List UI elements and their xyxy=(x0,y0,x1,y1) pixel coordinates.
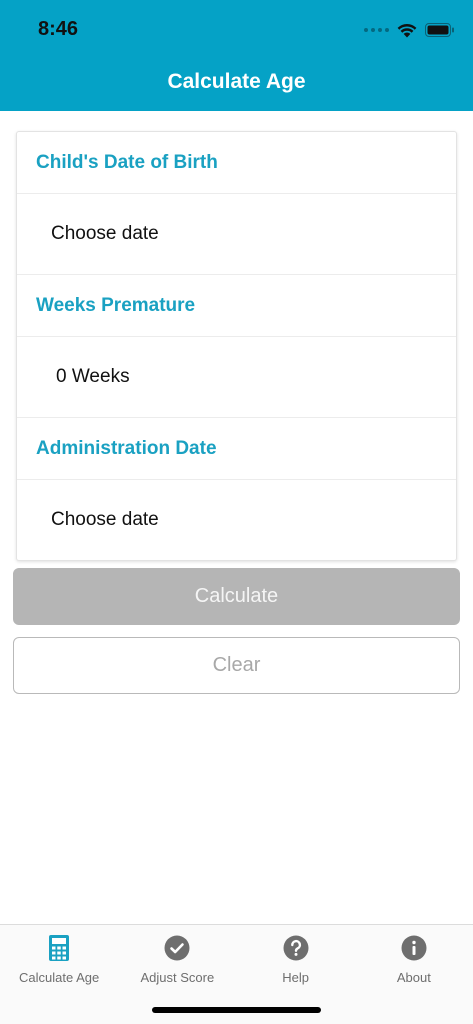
age-form-card: Child's Date of Birth Choose date Weeks … xyxy=(16,131,457,561)
tab-about[interactable]: About xyxy=(355,925,473,1024)
battery-icon xyxy=(425,23,454,37)
clear-button[interactable]: Clear xyxy=(13,637,460,694)
wifi-icon xyxy=(397,23,417,37)
status-time: 8:46 xyxy=(38,18,79,40)
tab-calculate-age[interactable]: Calculate Age xyxy=(0,925,118,1024)
dob-label: Child's Date of Birth xyxy=(17,132,456,194)
home-indicator[interactable] xyxy=(152,1007,321,1013)
weeks-premature-picker[interactable]: 0 Weeks xyxy=(17,337,456,418)
cellular-signal-icon xyxy=(364,28,389,32)
checkmark-circle-icon xyxy=(164,935,190,961)
weeks-premature-label: Weeks Premature xyxy=(17,275,456,337)
screen: 8:46 Calculate Age Child's Date of Birth… xyxy=(0,0,473,1024)
calculate-button[interactable]: Calculate xyxy=(13,568,460,625)
tab-label: Calculate Age xyxy=(19,970,100,985)
dob-date-picker[interactable]: Choose date xyxy=(17,194,456,275)
status-indicators xyxy=(364,20,455,40)
tab-label: About xyxy=(396,970,431,985)
question-circle-icon xyxy=(283,935,309,961)
tab-label: Help xyxy=(282,970,309,985)
app-header: 8:46 Calculate Age xyxy=(0,0,473,111)
administration-date-picker[interactable]: Choose date xyxy=(17,480,456,560)
page-title: Calculate Age xyxy=(167,70,306,93)
calculator-icon xyxy=(46,935,72,961)
tab-label: Adjust Score xyxy=(140,970,215,985)
info-circle-icon xyxy=(401,935,427,961)
administration-date-label: Administration Date xyxy=(17,418,456,480)
